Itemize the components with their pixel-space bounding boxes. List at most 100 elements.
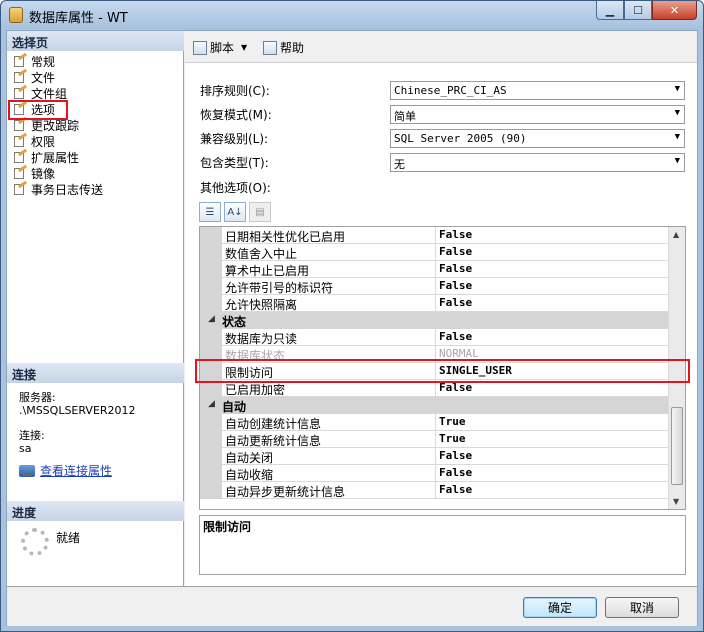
page-label: 权限	[31, 134, 56, 149]
grid-row-value[interactable]: False	[436, 295, 669, 312]
script-label: 脚本	[210, 41, 235, 55]
page-label: 事务日志传送	[31, 182, 104, 197]
cancel-button[interactable]: 取消	[605, 597, 679, 618]
page-item-files[interactable]: 文件	[13, 68, 103, 85]
page-item-mirroring[interactable]: 镜像	[13, 164, 103, 181]
description-panel: 限制访问	[199, 515, 686, 575]
page-icon	[13, 180, 28, 195]
containment-select[interactable]: 无 ▼	[390, 153, 685, 172]
grid-row[interactable]: 自动收缩 False	[200, 465, 669, 482]
grid-row-value[interactable]: False	[436, 227, 669, 244]
grid-row-name: 算术中止已启用	[222, 261, 436, 278]
grid-row[interactable]: 自动更新统计信息 True	[200, 431, 669, 448]
view-connection-properties[interactable]: 查看连接属性	[19, 462, 112, 479]
script-icon	[193, 40, 207, 55]
dialog-client: 选择页 常规 文件 文件组 选项 更改跟踪 权限 扩展属性 镜像 事务日志传送 …	[6, 30, 698, 626]
page-item-filegroups[interactable]: 文件组	[13, 84, 103, 101]
ok-button[interactable]: 确定	[523, 597, 597, 618]
minimize-button[interactable]: ▁	[596, 1, 624, 20]
collapse-icon[interactable]: ◢	[208, 399, 215, 409]
grid-row[interactable]: 数据库为只读 False	[200, 329, 669, 346]
category-auto[interactable]: ◢ 自动	[200, 397, 669, 414]
grid-row-value[interactable]: False	[436, 482, 669, 499]
page-item-permissions[interactable]: 权限	[13, 132, 103, 149]
left-pane: 选择页 常规 文件 文件组 选项 更改跟踪 权限 扩展属性 镜像 事务日志传送 …	[7, 31, 184, 586]
page-item-log-shipping[interactable]: 事务日志传送	[13, 180, 104, 197]
scroll-thumb[interactable]	[671, 407, 683, 485]
grid-row-value[interactable]: False	[436, 278, 669, 295]
scroll-up-icon[interactable]: ▲	[673, 230, 679, 239]
category-state[interactable]: ◢ 状态	[200, 312, 669, 329]
toolbar: 脚本 ▼ 帮助	[185, 31, 697, 63]
collapse-icon[interactable]: ◢	[208, 314, 215, 324]
progress-header: 进度	[7, 501, 184, 521]
collation-label: 排序规则(C):	[200, 84, 270, 98]
grid-row-name: 允许带引号的标识符	[222, 278, 436, 295]
help-label: 帮助	[280, 41, 305, 55]
chevron-down-icon: ▼	[674, 156, 680, 166]
containment-value: 无	[394, 158, 405, 171]
maximize-button[interactable]: ☐	[624, 1, 652, 20]
scroll-down-icon[interactable]: ▼	[673, 497, 679, 506]
grid-row[interactable]: 自动创建统计信息 True	[200, 414, 669, 431]
progress-status: 就绪	[56, 531, 81, 545]
page-icon	[13, 84, 28, 99]
grid-row-name: 数值舍入中止	[222, 244, 436, 261]
restrict-access-highlight	[195, 359, 690, 383]
grid-row-name: 自动收缩	[222, 465, 436, 482]
grid-row-value[interactable]: False	[436, 465, 669, 482]
grid-row[interactable]: 自动异步更新统计信息 False	[200, 482, 669, 499]
close-button[interactable]: ✕	[652, 1, 697, 20]
collation-select[interactable]: Chinese_PRC_CI_AS ▼	[390, 81, 685, 100]
view-connection-link[interactable]: 查看连接属性	[40, 462, 112, 479]
other-options-label: 其他选项(O):	[200, 181, 271, 195]
page-item-extended-properties[interactable]: 扩展属性	[13, 148, 103, 165]
sort-alpha-icon[interactable]: A↓	[224, 202, 246, 222]
page-item-general[interactable]: 常规	[13, 52, 103, 69]
grid-row-value[interactable]: True	[436, 414, 669, 431]
page-icon	[13, 132, 28, 147]
compat-label: 兼容级别(L):	[200, 132, 269, 146]
help-icon	[263, 40, 277, 55]
property-pages-icon[interactable]: ▤	[249, 202, 271, 222]
grid-row[interactable]: 日期相关性优化已启用 False	[200, 227, 669, 244]
grid-row-name: 自动关闭	[222, 448, 436, 465]
page-label: 镜像	[31, 166, 56, 181]
server-value: .\MSSQLSERVER2012	[19, 404, 136, 417]
categorized-icon[interactable]: ☰	[199, 202, 221, 222]
title-bar[interactable]: 数据库属性 - WT ▁ ☐ ✕	[1, 1, 703, 29]
connection-label: 连接:	[19, 429, 45, 442]
grid-row-value[interactable]: False	[436, 448, 669, 465]
grid-row-value[interactable]: False	[436, 244, 669, 261]
compat-value: SQL Server 2005 (90)	[394, 132, 527, 145]
recovery-label: 恢复模式(M):	[200, 108, 272, 122]
page-label: 常规	[31, 54, 56, 69]
help-button[interactable]: 帮助	[263, 39, 304, 56]
grid-row[interactable]: 允许带引号的标识符 False	[200, 278, 669, 295]
database-icon	[9, 7, 23, 23]
compat-select[interactable]: SQL Server 2005 (90) ▼	[390, 129, 685, 148]
page-label: 文件组	[31, 86, 68, 101]
grid-row[interactable]: 算术中止已启用 False	[200, 261, 669, 278]
connection-header: 连接	[7, 363, 184, 383]
grid-row-name: 自动创建统计信息	[222, 414, 436, 431]
chevron-down-icon[interactable]: ▼	[241, 43, 247, 52]
grid-row[interactable]: 允许快照隔离 False	[200, 295, 669, 312]
grid-row[interactable]: 数值舍入中止 False	[200, 244, 669, 261]
recovery-select[interactable]: 简单 ▼	[390, 105, 685, 124]
grid-row-name: 允许快照隔离	[222, 295, 436, 312]
page-icon	[13, 68, 28, 83]
page-icon	[13, 148, 28, 163]
recovery-value: 简单	[394, 110, 416, 123]
collation-value: Chinese_PRC_CI_AS	[394, 84, 507, 97]
grid-row-name: 自动更新统计信息	[222, 431, 436, 448]
grid-row[interactable]: 自动关闭 False	[200, 448, 669, 465]
chevron-down-icon: ▼	[674, 108, 680, 118]
grid-row-value[interactable]: False	[436, 261, 669, 278]
grid-row-value[interactable]: True	[436, 431, 669, 448]
page-icon	[13, 116, 28, 131]
window-title: 数据库属性 - WT	[29, 11, 128, 26]
grid-row-value[interactable]: False	[436, 329, 669, 346]
script-button[interactable]: 脚本 ▼	[193, 39, 247, 56]
chevron-down-icon: ▼	[674, 132, 680, 142]
